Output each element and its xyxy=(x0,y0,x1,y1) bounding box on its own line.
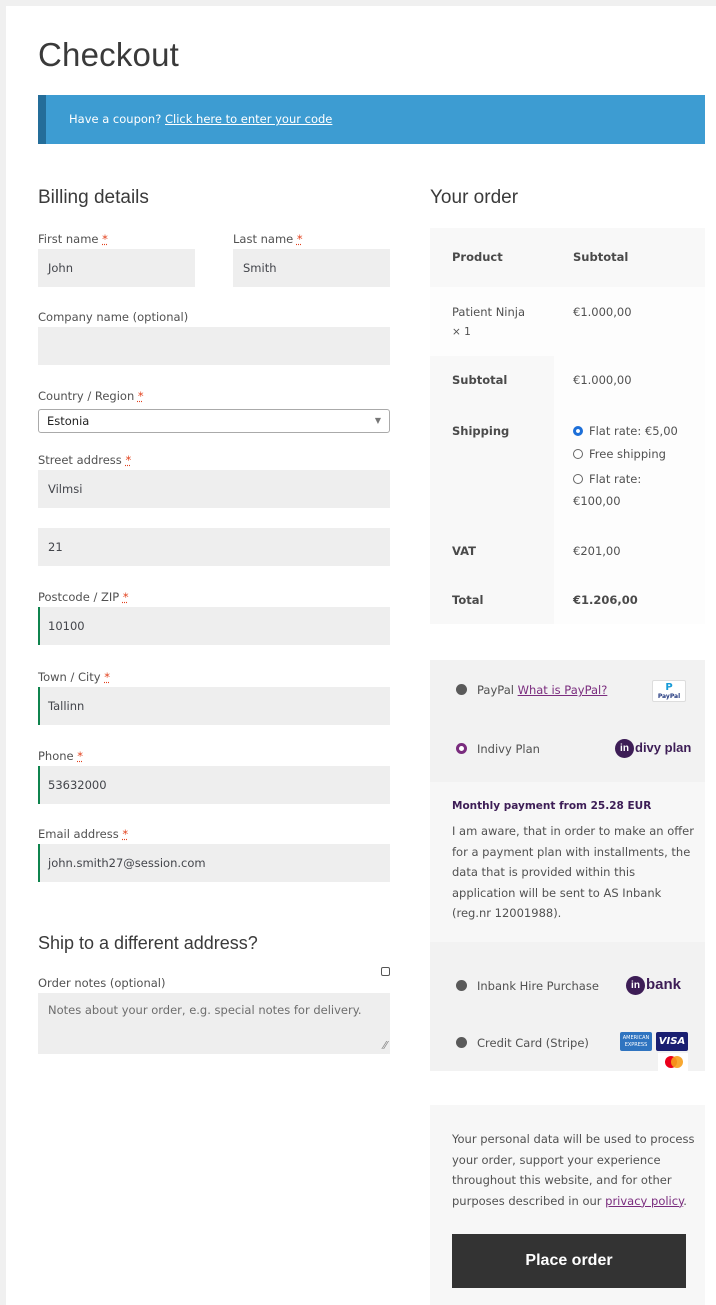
radio-icon xyxy=(456,980,467,991)
coupon-banner: Have a coupon? Click here to enter your … xyxy=(38,95,705,144)
payment-inbank[interactable]: Inbank Hire Purchase xyxy=(456,979,599,993)
radio-selected-icon xyxy=(573,426,583,436)
col-subtotal: Subtotal xyxy=(573,250,629,264)
mastercard-logo-icon xyxy=(658,1053,688,1072)
order-totals-labels-bg xyxy=(430,356,554,624)
place-order-button[interactable]: Place order xyxy=(452,1234,686,1288)
shipping-option-flat5[interactable]: Flat rate: €5,00 xyxy=(573,421,678,441)
monthly-payment-title: Monthly payment from 25.28 EUR xyxy=(452,800,652,812)
payment-paypal[interactable]: PayPal What is PayPal? xyxy=(456,683,607,697)
privacy-policy-link[interactable]: privacy policy xyxy=(605,1194,683,1208)
radio-icon xyxy=(456,1037,467,1048)
subtotal-label: Subtotal xyxy=(452,373,508,387)
coupon-link[interactable]: Click here to enter your code xyxy=(165,112,332,126)
company-field[interactable] xyxy=(38,327,390,365)
shipping-label: Shipping xyxy=(452,424,510,438)
item-qty: × 1 xyxy=(452,326,471,338)
postcode-label: Postcode / ZIP * xyxy=(38,590,129,604)
country-label: Country / Region * xyxy=(38,389,144,403)
radio-selected-icon xyxy=(456,743,467,754)
order-heading: Your order xyxy=(430,187,519,208)
indivy-logo-icon: in divy plan xyxy=(615,739,691,758)
payment-indivy[interactable]: Indivy Plan xyxy=(456,742,540,756)
ship-different-checkbox[interactable] xyxy=(381,967,390,976)
radio-icon xyxy=(456,684,467,695)
first-name-label: First name * xyxy=(38,232,108,246)
paypal-logo-icon: P PayPal xyxy=(652,680,686,702)
inbank-logo-icon: in bank xyxy=(626,976,681,995)
city-label: Town / City * xyxy=(38,670,110,684)
email-field[interactable]: john.smith27@session.com xyxy=(38,844,390,882)
page-title: Checkout xyxy=(38,36,180,73)
radio-icon xyxy=(573,449,583,459)
country-select[interactable]: Estonia ▼ xyxy=(38,409,390,433)
postcode-field[interactable]: 10100 xyxy=(38,607,390,645)
shipping-option-flat100[interactable]: Flat rate: xyxy=(573,469,641,489)
phone-label: Phone * xyxy=(38,749,84,763)
indivy-disclaimer: I am aware, that in order to make an off… xyxy=(452,824,694,920)
item-price: €1.000,00 xyxy=(573,305,632,319)
radio-icon xyxy=(573,474,583,484)
total-value: €1.206,00 xyxy=(573,593,638,607)
street-field-2[interactable]: 21 xyxy=(38,528,390,566)
last-name-field[interactable]: Smith xyxy=(233,249,390,287)
visa-logo-icon: VISA xyxy=(656,1032,688,1051)
amex-logo-icon: AMERICAN EXPRESS xyxy=(620,1032,652,1051)
order-notes-label: Order notes (optional) xyxy=(38,976,166,990)
privacy-text: Your personal data will be used to proce… xyxy=(452,1132,695,1208)
total-label: Total xyxy=(452,593,484,607)
company-label: Company name (optional) xyxy=(38,310,189,324)
shipping-option-flat100-price: €100,00 xyxy=(573,494,621,508)
vat-label: VAT xyxy=(452,544,476,558)
checkout-page: Checkout Have a coupon? Click here to en… xyxy=(6,6,716,1305)
billing-heading: Billing details xyxy=(38,187,149,208)
resize-handle-icon[interactable]: ⁄⁄ xyxy=(383,1039,387,1052)
email-label: Email address * xyxy=(38,827,129,841)
last-name-label: Last name * xyxy=(233,232,303,246)
order-notes-field[interactable]: Notes about your order, e.g. special not… xyxy=(38,993,390,1054)
vat-value: €201,00 xyxy=(573,544,621,558)
street-field[interactable]: Vilmsi xyxy=(38,470,390,508)
what-is-paypal-link[interactable]: What is PayPal? xyxy=(518,683,608,697)
chevron-down-icon: ▼ xyxy=(374,416,381,425)
city-field[interactable]: Tallinn xyxy=(38,687,390,725)
first-name-field[interactable]: John xyxy=(38,249,195,287)
phone-field[interactable]: 53632000 xyxy=(38,766,390,804)
item-name: Patient Ninja xyxy=(452,305,526,319)
street-label: Street address * xyxy=(38,453,132,467)
subtotal-value: €1.000,00 xyxy=(573,373,632,387)
shipping-option-free[interactable]: Free shipping xyxy=(573,444,666,464)
col-product: Product xyxy=(452,250,503,264)
payment-card[interactable]: Credit Card (Stripe) xyxy=(456,1036,589,1050)
coupon-prefix: Have a coupon? xyxy=(69,112,162,126)
ship-different-heading: Ship to a different address? xyxy=(38,933,258,953)
